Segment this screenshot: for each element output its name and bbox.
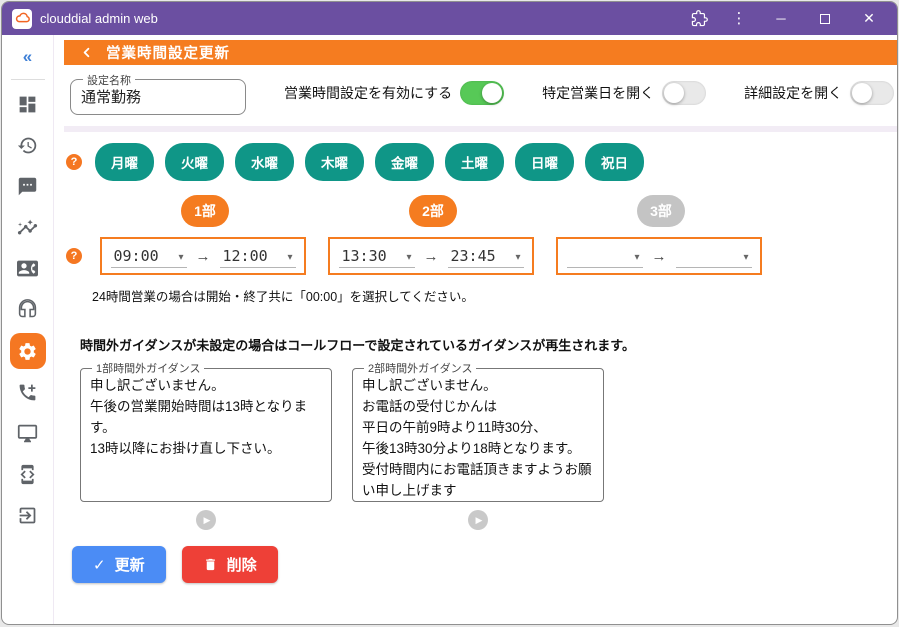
headset-icon[interactable]: [8, 289, 48, 330]
toggle-specific-days-switch[interactable]: [662, 81, 706, 105]
guidance-1-text[interactable]: 申し訳ございません。 午後の営業開始時間は13時となります。 13時以降にお掛け…: [90, 376, 322, 460]
part-3-time-box: ▾ → ▾: [556, 237, 762, 275]
time-note: 24時間営業の場合は開始・終了共に「00:00」を選択してください。: [92, 286, 897, 305]
app-window: clouddial admin web ⋮ ─ ✕ «: [1, 1, 898, 625]
toggle-advanced-label: 詳細設定を開く: [744, 83, 842, 103]
add-call-icon[interactable]: [8, 372, 48, 413]
part-1-time-box: 09:00 ▾ → 12:00 ▾: [100, 237, 306, 275]
guidance-1-box[interactable]: 1部時間外ガイダンス 申し訳ございません。 午後の営業開始時間は13時となります…: [80, 360, 332, 502]
arrow-right-icon: →: [652, 248, 667, 265]
monitor-icon[interactable]: [8, 413, 48, 454]
part-3-pill: 3部: [637, 195, 685, 227]
toggle-enable-label: 営業時間設定を有効にする: [284, 83, 452, 103]
trash-icon: [203, 557, 218, 572]
day-button-friday[interactable]: 金曜: [375, 143, 434, 181]
part-3-end-select[interactable]: ▾: [676, 245, 752, 268]
guidance-row: 1部時間外ガイダンス 申し訳ございません。 午後の営業開始時間は13時となります…: [80, 360, 897, 530]
day-button-thursday[interactable]: 木曜: [305, 143, 364, 181]
settings-row: 設定名称 営業時間設定を有効にする 特定営業日を開く 詳細設定を開く: [64, 68, 897, 118]
time-row: ? 09:00 ▾ → 12:00 ▾: [64, 237, 897, 275]
delete-button[interactable]: 削除: [182, 546, 278, 583]
caret-down-icon: ▾: [515, 251, 520, 265]
help-icon-days[interactable]: ?: [66, 154, 82, 170]
toggle-specific-days-label: 特定営業日を開く: [542, 83, 654, 103]
guidance-2-box[interactable]: 2部時間外ガイダンス 申し訳ございません。 お電話の受付じかんは 平日の午前9時…: [352, 360, 604, 502]
app-logo-icon: [12, 9, 32, 29]
part-3-start-select[interactable]: ▾: [567, 245, 643, 268]
section-divider: [64, 126, 897, 132]
day-button-holiday[interactable]: 祝日: [585, 143, 644, 181]
play-icon[interactable]: ▶: [196, 510, 216, 530]
part-1-end-select[interactable]: 12:00 ▾: [220, 245, 296, 268]
day-button-wednesday[interactable]: 水曜: [235, 143, 294, 181]
caret-down-icon: ▾: [743, 251, 748, 265]
extensions-icon[interactable]: [679, 2, 719, 35]
arrow-right-icon: →: [424, 248, 439, 265]
play-icon[interactable]: ▶: [468, 510, 488, 530]
dashboard-icon[interactable]: [8, 84, 48, 125]
check-icon: ✓: [93, 556, 106, 574]
caret-down-icon: ▾: [287, 251, 292, 265]
day-button-tuesday[interactable]: 火曜: [165, 143, 224, 181]
page-header: 営業時間設定更新: [64, 40, 897, 65]
caret-down-icon: ▾: [178, 251, 183, 265]
parts-label-row: 1部 2部 3部: [102, 195, 897, 227]
part-1-start-select[interactable]: 09:00 ▾: [111, 245, 187, 268]
guidance-1-label: 1部時間外ガイダンス: [92, 360, 204, 376]
chat-icon[interactable]: [8, 166, 48, 207]
setting-name-input[interactable]: [81, 88, 231, 105]
toggle-group-specific-days: 特定営業日を開く: [542, 81, 706, 105]
part-1-pill: 1部: [181, 195, 229, 227]
days-row: ? 月曜 火曜 水曜 木曜 金曜 土曜 日曜 祝日: [64, 143, 897, 181]
minimize-button[interactable]: ─: [759, 2, 803, 35]
part-2-start-select[interactable]: 13:30 ▾: [339, 245, 415, 268]
menu-kebab-icon[interactable]: ⋮: [719, 2, 759, 35]
guidance-2-text[interactable]: 申し訳ございません。 お電話の受付じかんは 平日の午前9時より11時30分、 午…: [362, 376, 594, 502]
arrow-right-icon: →: [196, 248, 211, 265]
day-button-sunday[interactable]: 日曜: [515, 143, 574, 181]
content-area: 営業時間設定更新 設定名称 営業時間設定を有効にする 特定営業日を開く 詳細設定…: [54, 35, 897, 624]
history-icon[interactable]: [8, 125, 48, 166]
maximize-button[interactable]: [803, 2, 847, 35]
caret-down-icon: ▾: [406, 251, 411, 265]
page-title: 営業時間設定更新: [106, 42, 230, 63]
sidebar-divider: [11, 79, 45, 80]
update-button[interactable]: ✓ 更新: [72, 546, 166, 583]
titlebar: clouddial admin web ⋮ ─ ✕: [2, 2, 897, 35]
developer-mode-icon[interactable]: [8, 454, 48, 495]
toggle-advanced-switch[interactable]: [850, 81, 894, 105]
day-button-monday[interactable]: 月曜: [95, 143, 154, 181]
contact-phone-icon[interactable]: [8, 248, 48, 289]
sidebar: «: [2, 35, 54, 624]
help-icon-times[interactable]: ?: [66, 248, 82, 264]
app-title: clouddial admin web: [40, 11, 158, 26]
caret-down-icon: ▾: [634, 251, 639, 265]
guidance-2-label: 2部時間外ガイダンス: [364, 360, 476, 376]
toggle-group-enable: 営業時間設定を有効にする: [284, 81, 504, 105]
toggle-enable-switch[interactable]: [460, 81, 504, 105]
part-2-end-select[interactable]: 23:45 ▾: [448, 245, 524, 268]
action-row: ✓ 更新 削除: [72, 546, 897, 583]
toggle-group-advanced: 詳細設定を開く: [744, 81, 894, 105]
settings-icon[interactable]: [10, 333, 46, 369]
setting-name-label: 設定名称: [83, 72, 135, 88]
close-button[interactable]: ✕: [847, 2, 891, 35]
analytics-icon[interactable]: [8, 207, 48, 248]
back-icon[interactable]: [79, 45, 94, 60]
logout-icon[interactable]: [8, 495, 48, 536]
guidance-note: 時間外ガイダンスが未設定の場合はコールフローで設定されているガイダンスが再生され…: [80, 335, 897, 354]
sidebar-collapse-icon[interactable]: «: [23, 47, 32, 71]
day-button-saturday[interactable]: 土曜: [445, 143, 504, 181]
part-2-time-box: 13:30 ▾ → 23:45 ▾: [328, 237, 534, 275]
setting-name-field[interactable]: 設定名称: [70, 72, 246, 115]
part-2-pill: 2部: [409, 195, 457, 227]
